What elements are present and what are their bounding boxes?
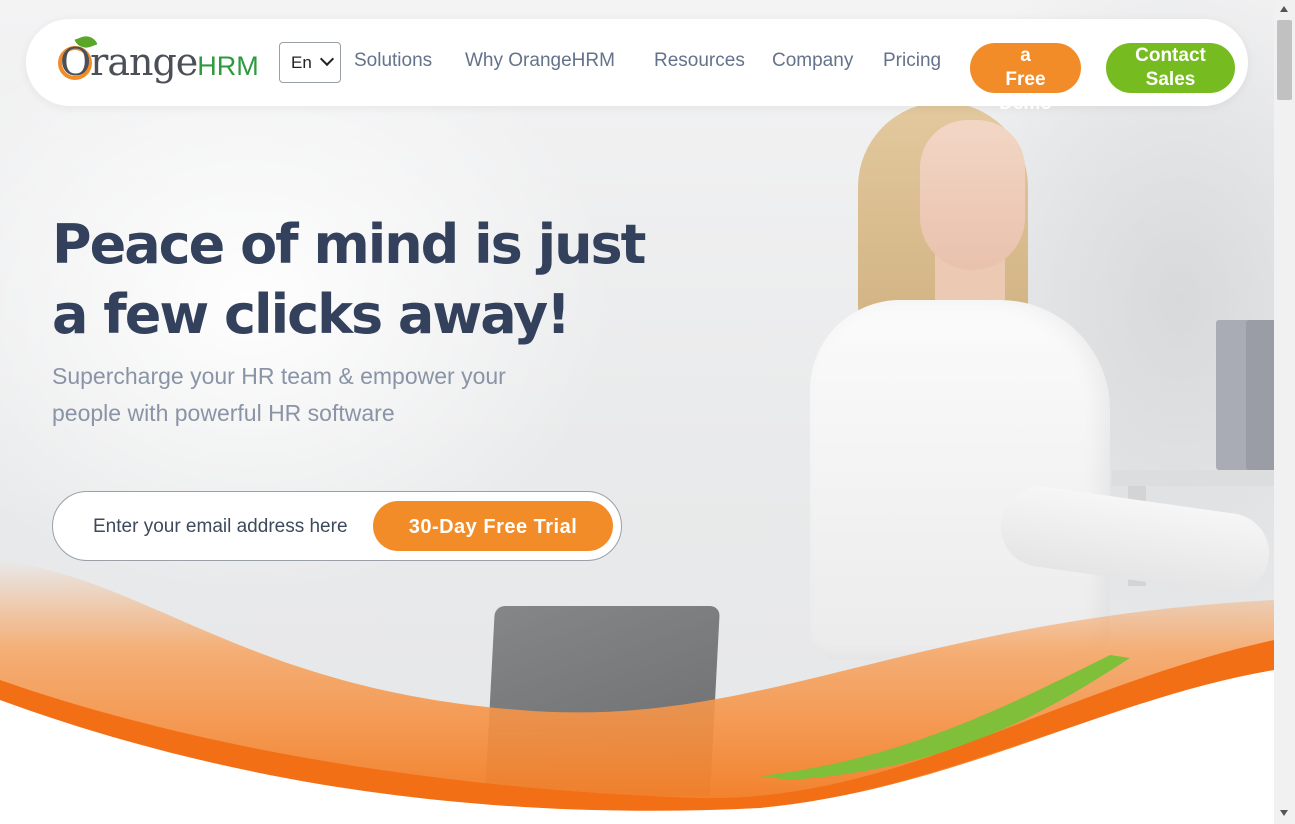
nav-item-company[interactable]: Company [772,50,853,72]
page-scrollbar[interactable] [1274,0,1295,824]
chevron-down-icon [319,51,335,67]
nav-item-pricing[interactable]: Pricing [883,50,941,72]
contact-button-line-2: Sales [1145,69,1196,90]
logo-wordmark: OrangeHRM [60,40,259,88]
scroll-up-arrow-icon[interactable] [1280,6,1288,12]
hero-subheading-line-2: people with powerful HR software [52,400,395,426]
contact-sales-button[interactable]: Contact Sales [1106,43,1235,93]
demo-button-line-1: a [1020,45,1031,66]
demo-button-line-3: Demo [999,93,1052,114]
background-shelf [1112,470,1274,486]
nav-item-solutions[interactable]: Solutions [354,50,432,72]
decorative-waves [0,560,1274,824]
trial-signup-form: 30-Day Free Trial [52,491,622,561]
hero-person-face [920,120,1025,270]
logo-text-orange: Orange [60,40,198,84]
scrollbar-thumb[interactable] [1277,20,1292,100]
nav-item-why-orangehrm[interactable]: Why OrangeHRM [465,50,615,72]
logo-text-hrm: HRM [197,51,259,81]
background-binder [1246,320,1274,470]
nav-item-resources[interactable]: Resources [654,50,745,72]
book-free-demo-button[interactable]: a Free Demo [970,43,1081,114]
orangehrm-logo[interactable]: OrangeHRM [58,32,263,88]
demo-button-line-2: Free [1005,69,1046,90]
hero-headline-line-2: a few clicks away! [52,283,571,346]
hero-headline: Peace of mind is just a few clicks away! [52,210,652,350]
scroll-down-arrow-icon[interactable] [1280,810,1288,816]
email-input[interactable] [91,510,370,544]
hero-subheading: Supercharge your HR team & empower your … [52,358,572,432]
hero-headline-line-1: Peace of mind is just [52,213,647,276]
free-trial-button[interactable]: 30-Day Free Trial [373,501,613,551]
language-selected-value: En [291,52,312,72]
language-select[interactable]: En [279,42,341,83]
contact-button-line-1: Contact [1135,45,1206,66]
hero-subheading-line-1: Supercharge your HR team & empower your [52,363,506,389]
